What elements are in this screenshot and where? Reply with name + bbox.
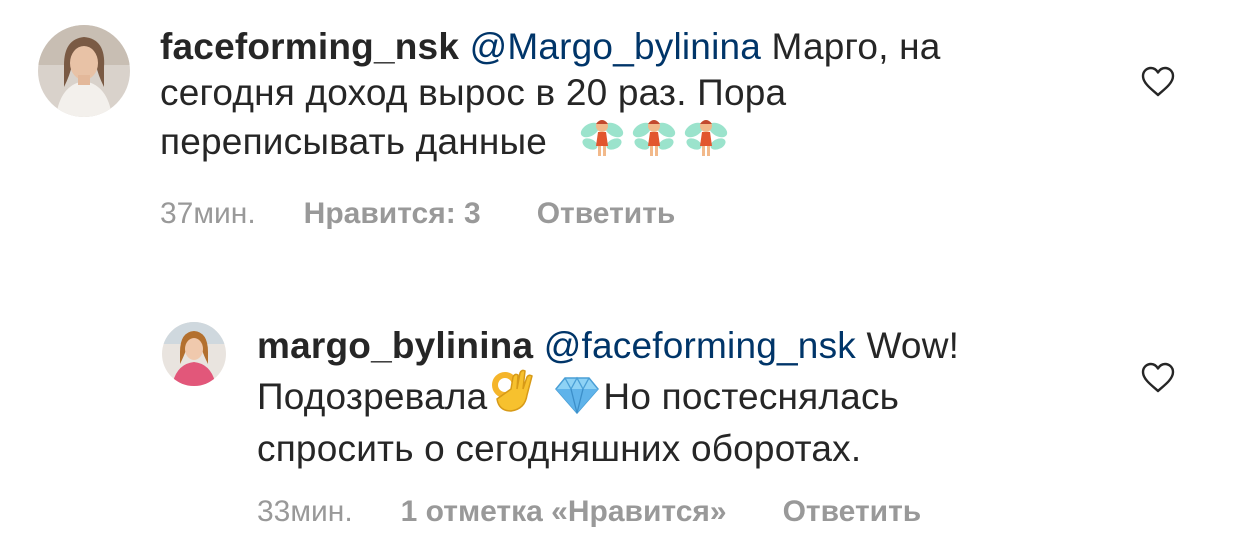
avatar[interactable] (38, 25, 130, 117)
reply-button[interactable]: Ответить (783, 495, 922, 528)
comment-text: faceforming_nsk @Margo_bylinina Марго, н… (160, 24, 1120, 171)
comment-body: переписывать данные (160, 121, 548, 162)
avatar[interactable] (162, 322, 226, 386)
comment-meta: 37мин. Нравится: 3 Ответить (160, 197, 675, 231)
ok-hand-emoji (489, 369, 537, 426)
comment-body: Но постеснялась (603, 376, 900, 417)
reply-button[interactable]: Ответить (537, 197, 676, 230)
comment-mention[interactable]: @faceforming_nsk (544, 325, 856, 366)
comment-time[interactable]: 37мин. (160, 197, 256, 230)
comment-time[interactable]: 33мин. (257, 495, 353, 528)
comment-meta: 33мин. 1 отметка «Нравится» Ответить (257, 495, 921, 529)
likes-count-button[interactable]: Нравится: 3 (304, 197, 481, 230)
comment-text: margo_bylinina @faceforming_nsk Wow! Под… (257, 323, 1137, 472)
fairy-emoji (632, 116, 676, 171)
comment-body: сегодня доход вырос в 20 раз. Пора (160, 72, 787, 113)
fairy-emoji (684, 116, 728, 171)
comment-mention[interactable]: @Margo_bylinina (470, 26, 761, 67)
comment-body: Марго, на (771, 26, 941, 67)
comment-username[interactable]: faceforming_nsk (160, 26, 459, 67)
comment-body: спросить о сегодняшних оборотах. (257, 428, 862, 469)
gem-emoji (555, 375, 600, 426)
fairy-emoji (580, 116, 624, 171)
comment-body: Подозревала (257, 376, 488, 417)
comment-body: Wow! (866, 325, 960, 366)
comment-username[interactable]: margo_bylinina (257, 325, 533, 366)
heart-icon[interactable] (1140, 66, 1176, 103)
likes-count-button[interactable]: 1 отметка «Нравится» (401, 495, 727, 528)
heart-icon[interactable] (1140, 362, 1176, 399)
